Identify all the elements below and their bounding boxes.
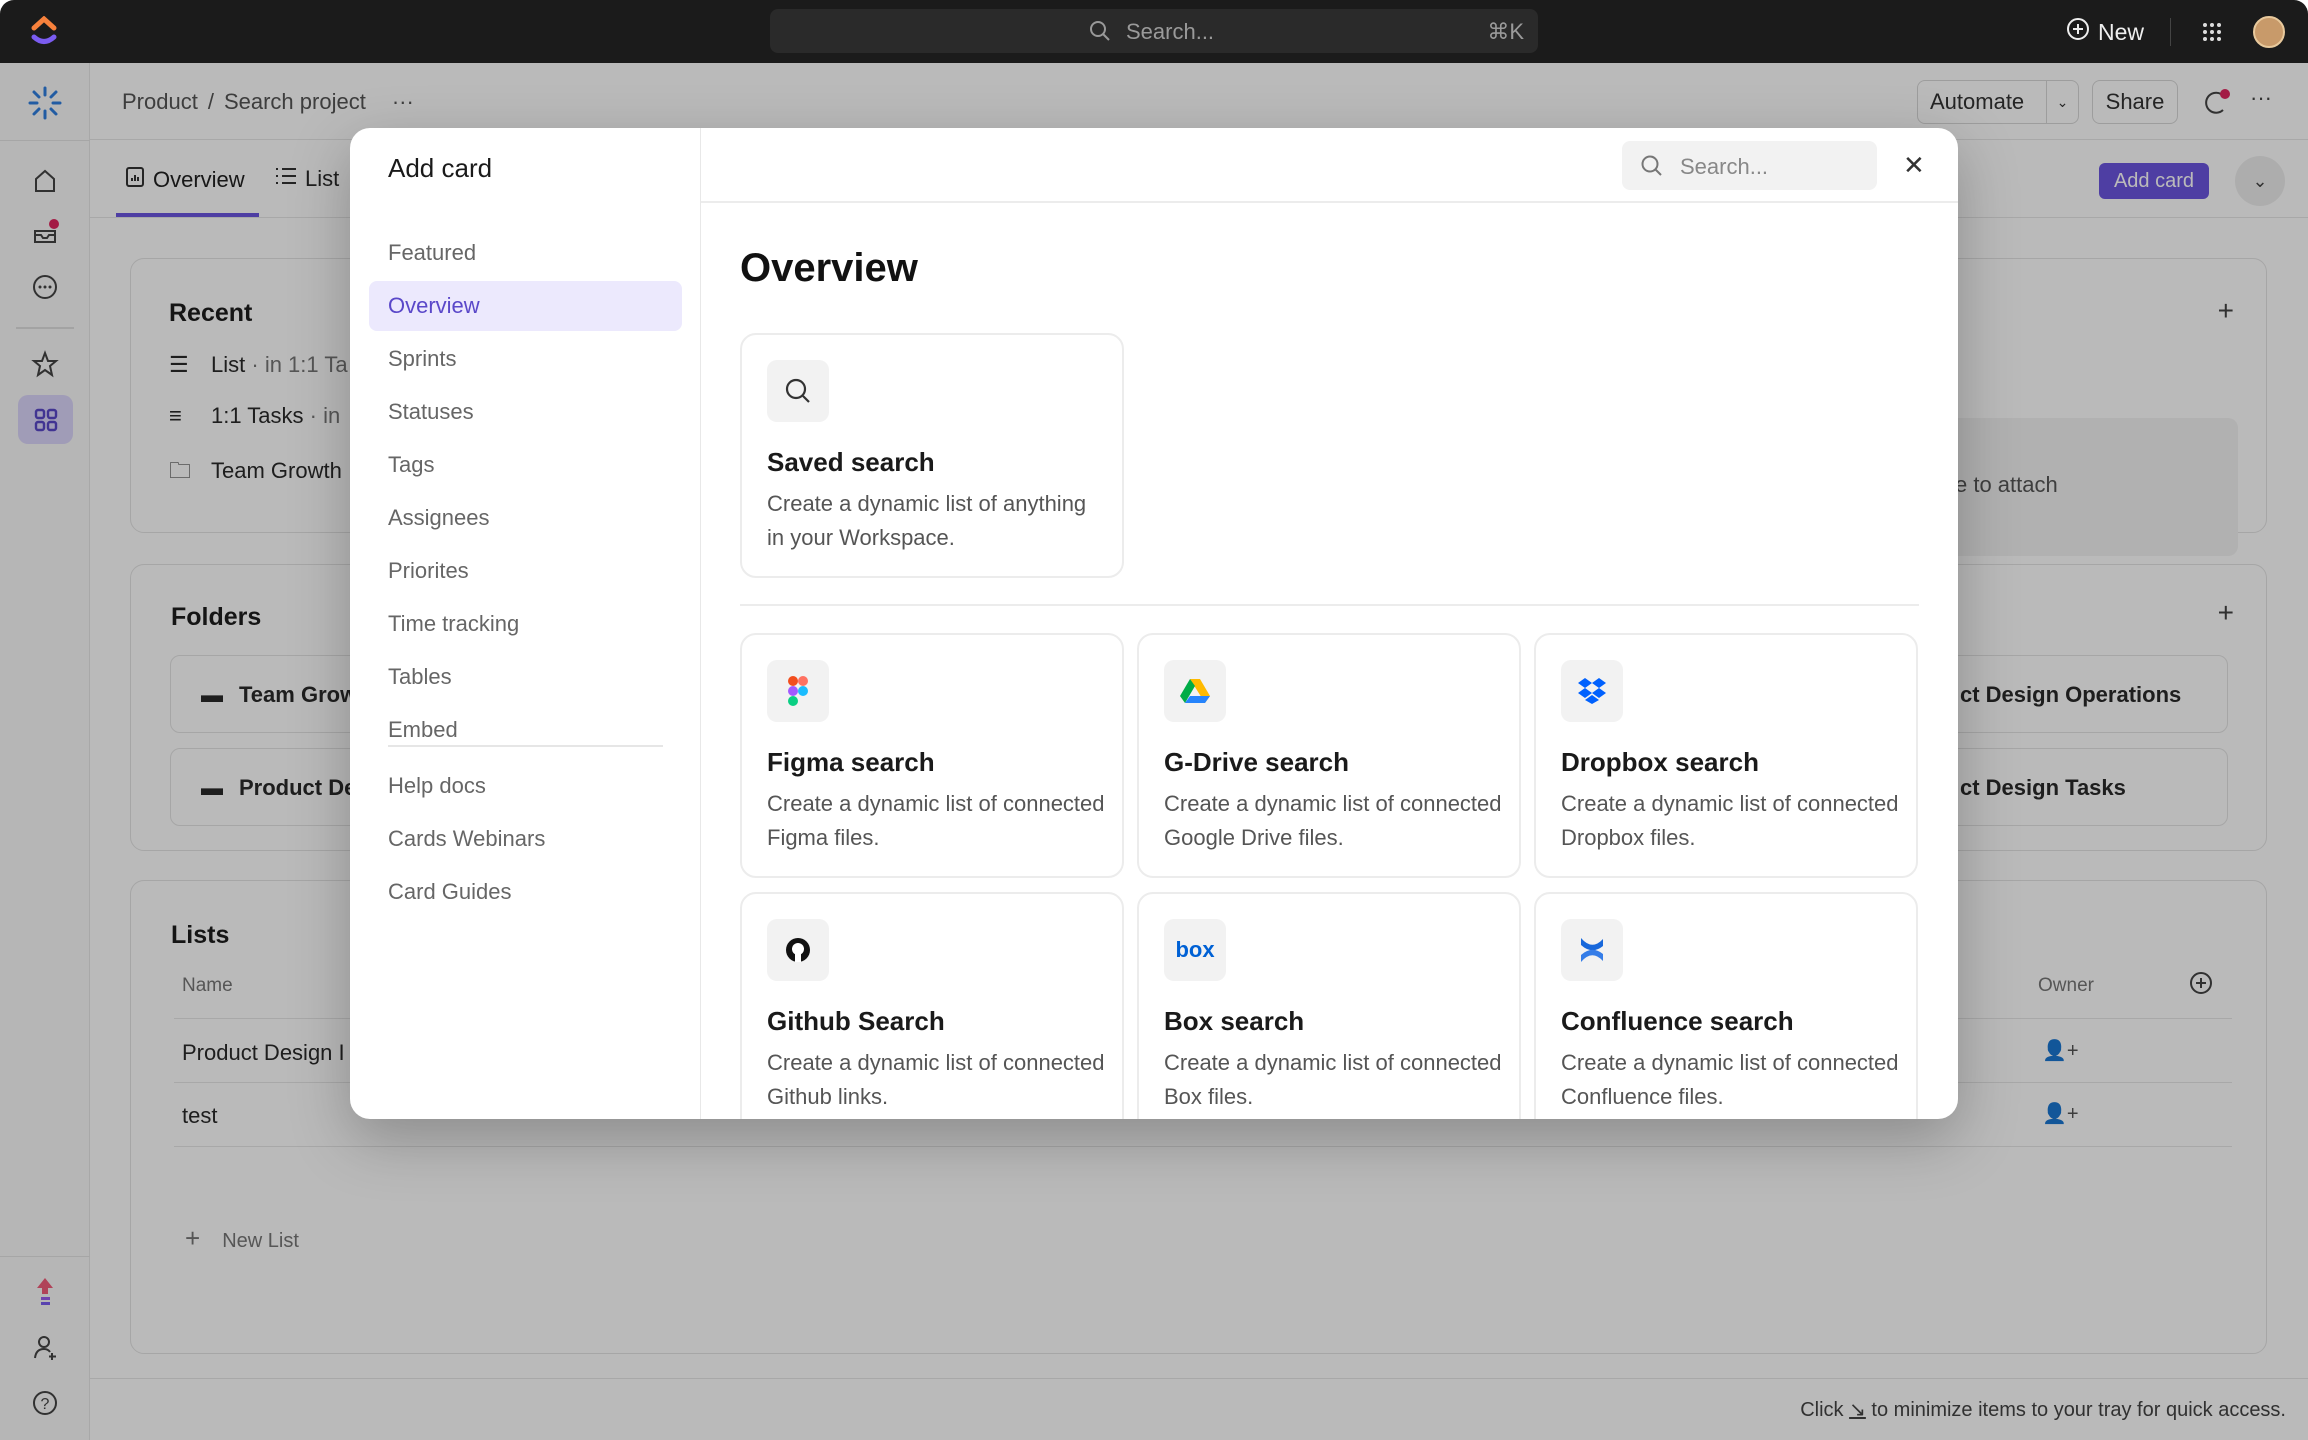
search-icon [767, 360, 829, 422]
divider [740, 604, 1919, 606]
shortcut-hint: ⌘K [1487, 19, 1524, 44]
box-icon: box [1164, 919, 1226, 981]
nav-item-priorites[interactable]: Priorites [369, 546, 682, 596]
avatar[interactable] [2253, 16, 2285, 48]
card-title: G-Drive search [1164, 747, 1349, 777]
card-option-dropbox-search[interactable]: Dropbox search Create a dynamic list of c… [1534, 633, 1918, 878]
plus-circle-icon [2066, 17, 2090, 47]
github-icon [767, 919, 829, 981]
section-title: Overview [740, 246, 918, 290]
close-icon[interactable]: ✕ [1903, 150, 1925, 181]
card-option-github-search[interactable]: Github Search Create a dynamic list of co… [740, 892, 1124, 1119]
card-description: Create a dynamic list of connected Githu… [767, 1050, 1105, 1109]
search-placeholder: Search... [1126, 19, 1215, 44]
card-title: Figma search [767, 747, 935, 777]
modal-title: Add card [388, 153, 493, 183]
search-placeholder: Search... [1680, 154, 1769, 179]
help-docs-link[interactable]: Help docs [369, 761, 682, 811]
card-title: Saved search [767, 447, 935, 477]
nav-item-tables[interactable]: Tables [369, 652, 682, 702]
nav-item-sprints[interactable]: Sprints [369, 334, 682, 384]
nav-item-assignees[interactable]: Assignees [369, 493, 682, 543]
card-option-figma-search[interactable]: Figma search Create a dynamic list of con… [740, 633, 1124, 878]
card-description: Create a dynamic list of connected Box f… [1164, 1050, 1502, 1109]
nav-item-overview[interactable]: Overview [369, 281, 682, 331]
card-description: Create a dynamic list of connected Figma… [767, 791, 1105, 850]
confluence-icon [1561, 919, 1623, 981]
modal-header: Search... ✕ [701, 128, 1958, 203]
clickup-logo-icon[interactable] [26, 14, 62, 50]
new-label: New [2098, 18, 2145, 45]
nav-item-featured[interactable]: Featured [369, 228, 682, 278]
card-option-g-drive-search[interactable]: G-Drive search Create a dynamic list of c… [1137, 633, 1521, 878]
nav-item-statuses[interactable]: Statuses [369, 387, 682, 437]
card-description: Create a dynamic list of connected Confl… [1561, 1050, 1899, 1109]
nav-item-embed[interactable]: Embed [369, 705, 682, 755]
card-title: Github Search [767, 1006, 945, 1036]
new-button[interactable]: New [2066, 17, 2144, 47]
cards-webinars-link[interactable]: Cards Webinars [369, 814, 682, 864]
card-option-confluence-search[interactable]: Confluence search Create a dynamic list o… [1534, 892, 1918, 1119]
card-option-saved-search[interactable]: Saved search Create a dynamic list of an… [740, 333, 1124, 578]
figma-icon [767, 660, 829, 722]
card-description: Create a dynamic list of connected Googl… [1164, 791, 1502, 850]
global-search-input[interactable]: Search... ⌘K [770, 9, 1538, 53]
google-drive-icon [1164, 660, 1226, 722]
card-description: Create a dynamic list of connected Dropb… [1561, 791, 1899, 850]
modal-sidebar: Add card Featured Overview Sprints Statuses… [350, 128, 701, 1119]
top-bar: Search... ⌘K New [0, 0, 2308, 63]
card-search-input[interactable]: Search... [1622, 141, 1877, 190]
apps-grid-icon[interactable] [2198, 18, 2226, 46]
nav-item-tags[interactable]: Tags [369, 440, 682, 490]
card-title: Box search [1164, 1006, 1305, 1036]
add-card-modal: Add card Featured Overview Sprints Statuses… [350, 128, 1958, 1119]
search-icon [1088, 19, 1112, 43]
divider [2170, 18, 2171, 46]
card-guides-link[interactable]: Card Guides [369, 867, 682, 917]
divider [388, 745, 663, 747]
nav-item-time-tracking[interactable]: Time tracking [369, 599, 682, 649]
dropbox-icon [1561, 660, 1623, 722]
card-option-box-search[interactable]: box Box search Create a dynamic list of co… [1137, 892, 1521, 1119]
card-title: Confluence search [1561, 1006, 1794, 1036]
card-title: Dropbox search [1561, 747, 1759, 777]
search-icon [1640, 154, 1664, 183]
card-description: Create a dynamic list of anything in you… [767, 491, 1087, 550]
